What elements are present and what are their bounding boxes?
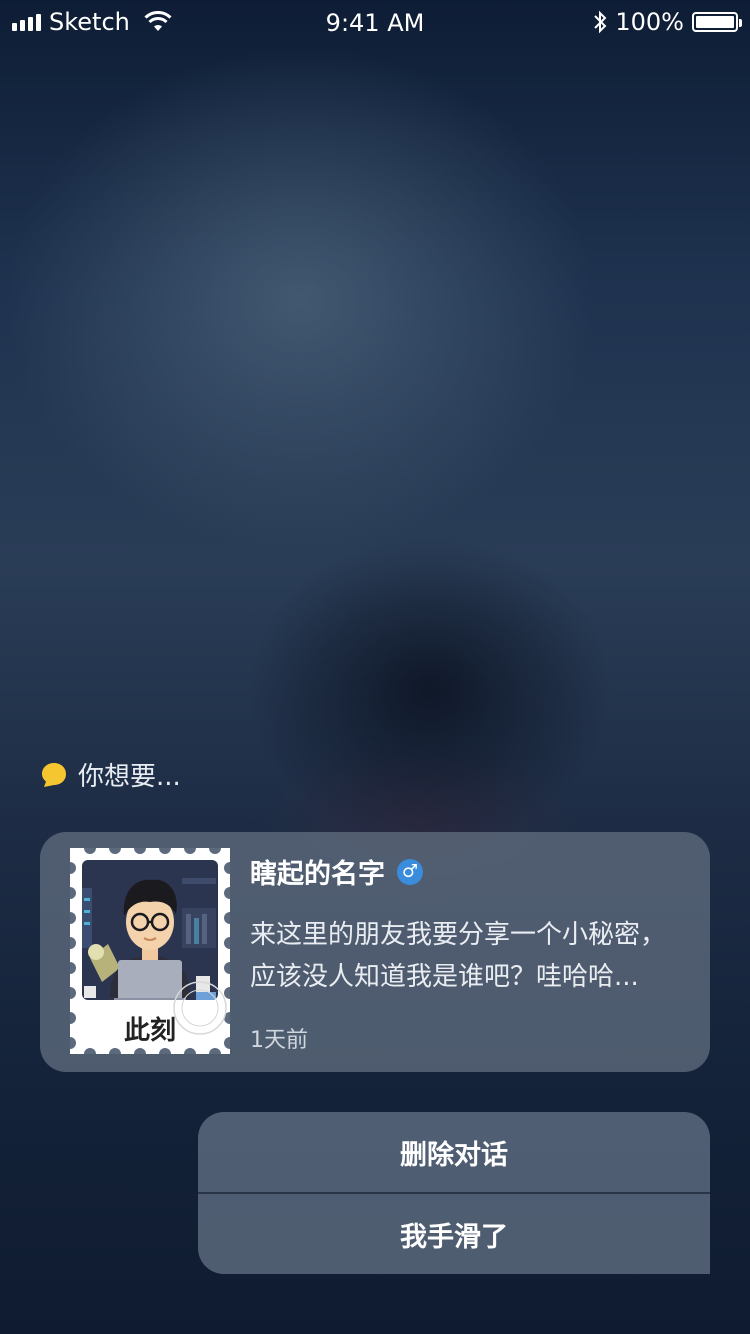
speech-bubble-icon <box>42 762 66 787</box>
cancel-button[interactable]: 我手滑了 <box>198 1194 710 1274</box>
prompt-text: 你想要... <box>78 762 181 792</box>
message-line-2: 应该没人知道我是谁吧？哇哈哈... <box>250 962 639 992</box>
stamp-avatar: 此刻 <box>70 848 230 1054</box>
action-prompt: 你想要... <box>40 756 181 793</box>
user-name-row: 瞎起的名字 ♂ <box>250 852 423 891</box>
message-line-1: 来这里的朋友我要分享一个小秘密， <box>250 920 667 950</box>
status-bar: Sketch 9:41 AM 100% <box>0 0 750 44</box>
action-sheet: 删除对话 我手滑了 <box>198 1112 710 1274</box>
message-time: 1天前 <box>250 1028 308 1053</box>
delete-conversation-button[interactable]: 删除对话 <box>198 1112 710 1192</box>
status-right: 100% <box>593 8 742 36</box>
stamp-label: 此刻 <box>123 1016 176 1046</box>
battery-fill <box>696 16 734 28</box>
bluetooth-icon <box>594 10 607 34</box>
battery-icon <box>692 12 742 32</box>
battery-percent: 100% <box>615 8 684 36</box>
user-name: 瞎起的名字 <box>250 859 385 890</box>
conversation-card[interactable]: 此刻 瞎起的名字 ♂ 来这里的朋友我要分享一个小秘密， 应该没人知道我是谁吧？哇… <box>40 832 710 1072</box>
message-preview: 来这里的朋友我要分享一个小秘密， 应该没人知道我是谁吧？哇哈哈... <box>250 914 690 998</box>
male-gender-icon: ♂ <box>397 858 423 885</box>
